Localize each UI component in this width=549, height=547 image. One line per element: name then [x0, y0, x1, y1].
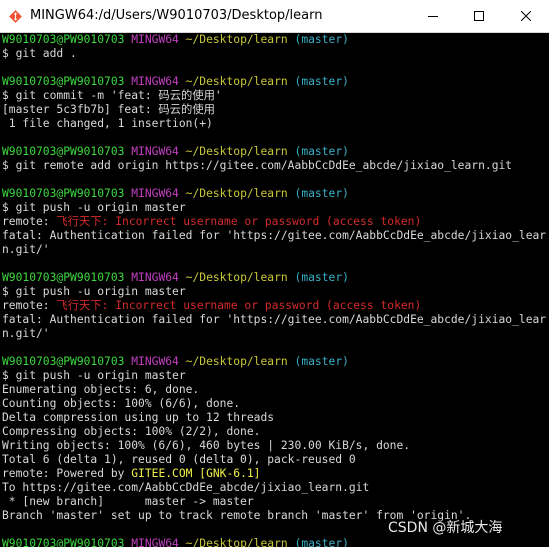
prompt-line: W9010703@PW9010703 MINGW64 ~/Desktop/lea…	[2, 271, 549, 285]
title-bar[interactable]: MINGW64:/d/Users/W9010703/Desktop/learn	[0, 0, 549, 33]
csdn-watermark: CSDN @新城大海	[388, 520, 503, 536]
prompt-branch: (master)	[294, 271, 349, 284]
terminal-window: MINGW64:/d/Users/W9010703/Desktop/learn …	[0, 0, 549, 547]
prompt-user: W9010703@PW9010703	[2, 75, 125, 88]
output-line: Enumerating objects: 6, done.	[2, 383, 200, 396]
prompt-shell: MINGW64	[131, 355, 179, 368]
output-line: [master 5c3fb7b] feat: 码云的使用	[2, 103, 215, 116]
command-line: $ git remote add origin https://gitee.co…	[2, 159, 513, 172]
prompt-branch: (master)	[294, 145, 349, 158]
prompt-branch: (master)	[294, 33, 349, 46]
output-line: Writing objects: 100% (6/6), 460 bytes |…	[2, 439, 411, 452]
minimize-icon	[428, 11, 438, 21]
prompt-branch: (master)	[294, 187, 349, 200]
prompt-user: W9010703@PW9010703	[2, 271, 125, 284]
prompt-user: W9010703@PW9010703	[2, 537, 125, 547]
prompt-path: ~/Desktop/learn	[185, 145, 288, 158]
output-line: * [new branch] master -> master	[2, 495, 254, 508]
powered-prefix: remote: Powered by	[2, 467, 132, 480]
prompt-path: ~/Desktop/learn	[185, 75, 288, 88]
prompt-path: ~/Desktop/learn	[185, 187, 288, 200]
prompt-branch: (master)	[294, 537, 349, 547]
prompt-shell: MINGW64	[131, 75, 179, 88]
remote-error-line: remote: 飞行天下: Incorrect username or pass…	[2, 215, 549, 229]
command-line: $ git push -u origin master	[2, 201, 186, 214]
close-icon	[521, 11, 531, 21]
powered-version: [GNK-6.1]	[199, 467, 261, 480]
remote-prefix: remote:	[2, 215, 57, 228]
git-bash-icon	[8, 9, 23, 24]
prompt-shell: MINGW64	[131, 187, 179, 200]
powered-line: remote: Powered by GITEE.COM [GNK-6.1]	[2, 467, 549, 481]
output-line: 1 file changed, 1 insertion(+)	[2, 117, 213, 130]
prompt-user: W9010703@PW9010703	[2, 33, 125, 46]
prompt-line: W9010703@PW9010703 MINGW64 ~/Desktop/lea…	[2, 355, 549, 369]
remote-error-line: remote: 飞行天下: Incorrect username or pass…	[2, 299, 549, 313]
prompt-line: W9010703@PW9010703 MINGW64 ~/Desktop/lea…	[2, 537, 549, 547]
terminal-output[interactable]: W9010703@PW9010703 MINGW64 ~/Desktop/lea…	[0, 33, 549, 547]
prompt-path: ~/Desktop/learn	[185, 355, 288, 368]
prompt-shell: MINGW64	[131, 145, 179, 158]
output-line: Counting objects: 100% (6/6), done.	[2, 397, 241, 410]
maximize-icon	[474, 11, 484, 21]
prompt-line: W9010703@PW9010703 MINGW64 ~/Desktop/lea…	[2, 75, 549, 89]
remote-prefix: remote:	[2, 299, 57, 312]
output-line: Compressing objects: 100% (2/2), done.	[2, 425, 261, 438]
output-line: To https://gitee.com/AabbCcDdEe_abcde/ji…	[2, 481, 370, 494]
fatal-line-wrap: n.git/'	[2, 327, 50, 340]
command-line: $ git commit -m 'feat: 码云的使用'	[2, 89, 222, 102]
output-line: Delta compression using up to 12 threads	[2, 411, 275, 424]
fatal-line: fatal: Authentication failed for 'https:…	[2, 313, 547, 326]
close-button[interactable]	[503, 0, 549, 32]
remote-error: 飞行天下: Incorrect username or password (ac…	[56, 299, 422, 312]
fatal-line-wrap: n.git/'	[2, 243, 50, 256]
prompt-shell: MINGW64	[131, 271, 179, 284]
minimize-button[interactable]	[410, 0, 456, 32]
prompt-user: W9010703@PW9010703	[2, 187, 125, 200]
prompt-line: W9010703@PW9010703 MINGW64 ~/Desktop/lea…	[2, 33, 549, 47]
fatal-line: fatal: Authentication failed for 'https:…	[2, 229, 547, 242]
prompt-path: ~/Desktop/learn	[185, 271, 288, 284]
prompt-user: W9010703@PW9010703	[2, 145, 125, 158]
maximize-button[interactable]	[456, 0, 502, 32]
window-title: MINGW64:/d/Users/W9010703/Desktop/learn	[30, 8, 323, 23]
prompt-shell: MINGW64	[131, 33, 179, 46]
prompt-shell: MINGW64	[131, 537, 179, 547]
prompt-branch: (master)	[294, 355, 349, 368]
prompt-branch: (master)	[294, 75, 349, 88]
command-line: $ git push -u origin master	[2, 285, 186, 298]
prompt-path: ~/Desktop/learn	[185, 33, 288, 46]
remote-error: 飞行天下: Incorrect username or password (ac…	[56, 215, 422, 228]
output-line: Total 6 (delta 1), reused 0 (delta 0), p…	[2, 453, 356, 466]
command-line: $ git add .	[2, 47, 77, 60]
prompt-path: ~/Desktop/learn	[185, 537, 288, 547]
prompt-line: W9010703@PW9010703 MINGW64 ~/Desktop/lea…	[2, 187, 549, 201]
command-line: $ git push -u origin master	[2, 369, 186, 382]
prompt-user: W9010703@PW9010703	[2, 355, 125, 368]
prompt-line: W9010703@PW9010703 MINGW64 ~/Desktop/lea…	[2, 145, 549, 159]
powered-brand: GITEE.COM	[131, 467, 193, 480]
